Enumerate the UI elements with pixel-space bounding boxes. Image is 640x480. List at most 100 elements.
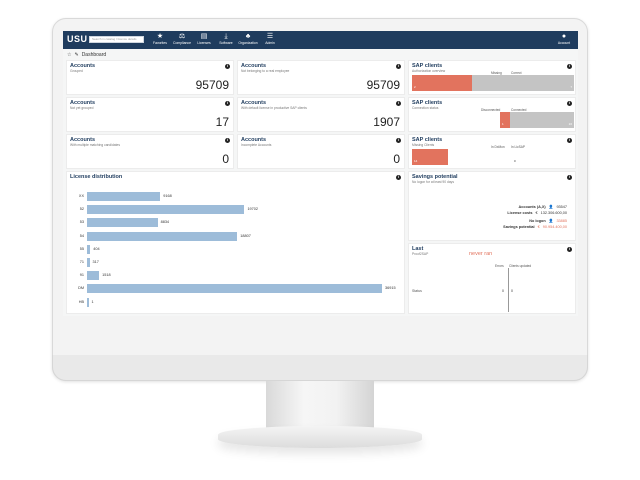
license-row-label: 53 (79, 220, 84, 225)
license-row-label: HB (78, 299, 84, 304)
sap-bar-segment-b: 7 (472, 75, 574, 91)
panel-value: 95709 (195, 78, 229, 92)
panel-subtitle: Not yet grouped (70, 106, 94, 110)
accounts-default-license-panel: Accounts With default license in product… (237, 97, 405, 132)
panel-subtitle: Missing Clients (412, 143, 435, 147)
monitor-chin (52, 355, 588, 381)
license-bar-value: 404 (93, 246, 100, 251)
panel-subtitle: Grouped (70, 69, 83, 73)
license-bar[interactable] (87, 205, 245, 215)
license-row-label: 54 (79, 233, 84, 238)
panel-title: License distribution (70, 174, 123, 180)
license-bar-value: 317 (92, 260, 99, 264)
panel-value: 0 (393, 152, 400, 166)
license-row: 52 19702 (67, 204, 397, 215)
search-input[interactable]: Search in catalog / licence details (89, 36, 144, 43)
sap-status-bar[interactable]: 2 7 (412, 75, 574, 91)
panel-subtitle: With default license in productive SAP c… (241, 106, 307, 110)
accounts-not-grouped-panel: Accounts Not yet grouped i 17 (66, 97, 234, 132)
sap-missing-clients-panel: SAP clients Missing Clients i In DxMon I… (408, 134, 576, 169)
info-icon[interactable]: i (396, 138, 401, 143)
info-icon[interactable]: i (396, 64, 401, 69)
last-run-panel: Last Proof2SAP i never ran Errors Client… (408, 243, 576, 314)
divider (508, 268, 509, 312)
license-row-label: XX (78, 194, 84, 198)
sap-status-bar[interactable]: 14 0 (412, 149, 574, 165)
license-bar[interactable] (87, 284, 382, 294)
sap-connection-panel: SAP clients Connection status i Disconne… (408, 97, 576, 132)
user-icon: ● (561, 33, 567, 40)
license-bar[interactable] (87, 192, 161, 201)
license-bar-value: 19702 (247, 207, 258, 212)
info-icon[interactable]: i (396, 175, 401, 180)
accounts-not-employee-panel: Accounts Not belonging to a real employe… (237, 60, 405, 95)
star-outline-icon[interactable]: ☆ (67, 52, 71, 58)
accounts-multiple-candidates-panel: Accounts With multiple matching candidat… (66, 134, 234, 169)
accounts-grouped-panel: Accounts Grouped i 95709 (66, 60, 234, 95)
license-row: HB 1 (67, 297, 397, 307)
panel-subtitle: Not belonging to a real employee (241, 69, 290, 73)
license-bar[interactable] (87, 271, 100, 281)
info-icon[interactable]: i (567, 64, 572, 69)
panel-subtitle: Proof2SAP (412, 252, 429, 256)
license-row: DM 36915 (67, 283, 397, 294)
license-row: XX 9168 (67, 191, 397, 201)
top-navigation-bar: USU Search in catalog / licence details … (63, 31, 578, 49)
license-bar-value: 8834 (160, 220, 170, 225)
info-icon[interactable]: i (225, 64, 230, 69)
license-row-label: DM (78, 286, 84, 291)
info-icon[interactable]: i (567, 175, 572, 180)
pencil-icon[interactable]: ✎ (74, 52, 78, 58)
menu-icon: ☰ (266, 33, 274, 40)
person-icon: 👤 (548, 219, 554, 223)
person-icon: 👤 (548, 205, 554, 209)
sap-bar-segment-a: 1 (500, 112, 510, 128)
license-bar-value: 1 (91, 299, 94, 304)
license-bar[interactable] (87, 297, 89, 307)
accounts-incomplete-panel: Accounts Incomplete Accounts i 0 (237, 134, 405, 169)
nav-admin[interactable]: ☰ Admin (257, 33, 283, 45)
panel-value: 1907 (373, 115, 400, 129)
sap-bar-segment-b: 0 (514, 159, 516, 163)
info-icon[interactable]: i (567, 101, 572, 106)
info-icon[interactable]: i (396, 101, 401, 106)
sap-bar-segment-b: 16 (510, 112, 574, 128)
license-row-label: 55 (79, 246, 84, 251)
sap-status-bar[interactable]: 1 16 (412, 112, 574, 128)
license-bar-value: 9168 (163, 194, 172, 198)
license-bar[interactable] (87, 258, 90, 267)
panel-value: 17 (215, 115, 229, 129)
info-icon[interactable]: i (567, 138, 572, 143)
license-bar-value: 18807 (240, 233, 251, 238)
dashboard-screen: USU Search in catalog / licence details … (63, 31, 578, 316)
savings-row: Accounts (A,X) 👤 93547 (518, 204, 567, 210)
panel-subtitle: With multiple matching candidates (70, 143, 121, 147)
panel-value: 0 (222, 152, 229, 166)
license-row-label: 91 (79, 273, 84, 278)
panel-subtitle: Connection status (412, 106, 439, 110)
info-icon[interactable]: i (225, 101, 230, 106)
sap-bar-spacer (412, 112, 500, 128)
euro-icon: € (535, 211, 538, 215)
sap-authorization-panel: SAP clients Authorization overview i Mis… (408, 60, 576, 95)
info-icon[interactable]: i (567, 247, 572, 252)
last-run-status: never ran (469, 251, 493, 257)
license-bar-value: 36915 (385, 286, 396, 291)
last-val-a: 0 (502, 289, 504, 293)
last-row-label: Status (412, 289, 422, 293)
license-row-label: 52 (79, 207, 84, 212)
info-icon[interactable]: i (225, 138, 230, 143)
savings-row: No logon 👤 33885 (529, 218, 567, 224)
usu-logo: USU (67, 34, 88, 44)
last-col-b-label: Clients updated (509, 264, 532, 268)
license-bar[interactable] (87, 218, 158, 228)
nav-account[interactable]: ● Account (554, 33, 574, 45)
license-bar[interactable] (87, 244, 91, 254)
license-row-label: 71 (79, 260, 84, 264)
license-bar[interactable] (87, 231, 238, 241)
savings-row: License costs €132.306.600,00 (507, 211, 567, 215)
last-val-b: 0 (511, 289, 513, 293)
license-row: 71 317 (67, 257, 397, 267)
monitor-stand-neck (266, 381, 374, 429)
panel-subtitle: No logon for at least 90 days (412, 180, 454, 184)
